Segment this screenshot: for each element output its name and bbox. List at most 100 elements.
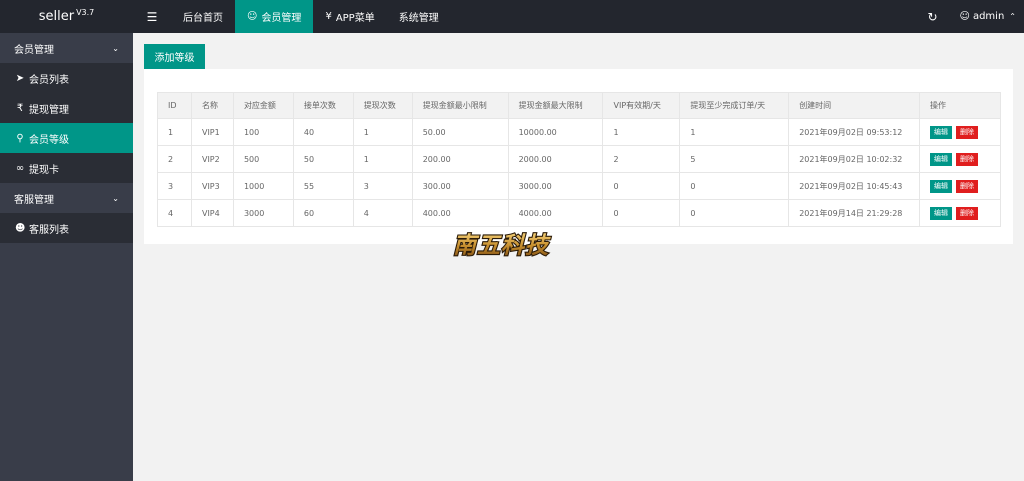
cell-amount: 100 (232, 118, 294, 146)
sidebar-item-member-list[interactable]: ➤ 会员列表 (0, 63, 133, 93)
nav-member-label: 会员管理 (261, 13, 302, 24)
username: admin (972, 11, 1005, 22)
cell-orders: 40 (292, 118, 354, 146)
svg-text:南五科技: 南五科技 (453, 232, 551, 259)
nav-app-menu[interactable]: ¥ APP菜单 (313, 0, 386, 33)
users-icon: ☻ (15, 222, 26, 234)
edit-button[interactable]: 编辑 (930, 152, 953, 166)
table-row: 2 VIP2 500 50 1 200.00 2000.00 2 5 2021年… (157, 145, 1001, 173)
sidebar-item-service-list[interactable]: ☻ 客服列表 (0, 213, 133, 243)
nav-home[interactable]: 后台首页 (171, 0, 235, 33)
table-row: 1 VIP1 100 40 1 50.00 10000.00 1 1 2021年… (157, 118, 1001, 146)
table-row: 3 VIP3 1000 55 3 300.00 3000.00 0 0 2021… (157, 172, 1001, 200)
sidebar-item-withdraw[interactable]: ₹ 提现管理 (0, 93, 133, 123)
cell-id: 3 (157, 172, 192, 200)
level-table: ID 名称 对应金额 接单次数 提现次数 提现金额最小限制 提现金额最大限制 V… (157, 92, 1001, 227)
cell-orders: 50 (292, 145, 354, 173)
cell-vip-days: 0 (602, 172, 681, 200)
delete-button[interactable]: 删除 (956, 152, 979, 166)
cell-orders: 60 (292, 199, 354, 227)
nav-home-label: 后台首页 (183, 13, 223, 24)
cell-withdraw-count: 3 (352, 172, 413, 200)
cell-name: VIP4 (190, 199, 234, 227)
refresh-icon[interactable]: ↻ (927, 10, 937, 24)
col-orders: 接单次数 (292, 92, 354, 119)
add-level-button[interactable]: 添加等级 (144, 44, 205, 69)
sidebar-item-label: 客服列表 (29, 224, 69, 236)
table-header-row: ID 名称 对应金额 接单次数 提现次数 提现金额最小限制 提现金额最大限制 V… (157, 92, 1001, 119)
chevron-up-icon: ⌃ (1009, 12, 1016, 21)
cell-withdraw-max: 2000.00 (507, 145, 604, 173)
cell-withdraw-min: 50.00 (411, 118, 509, 146)
chevron-down-icon: ⌄ (112, 43, 119, 53)
delete-button[interactable]: 删除 (956, 179, 979, 193)
cell-min-orders: 0 (679, 199, 790, 227)
nav-system[interactable]: 系统管理 (387, 0, 451, 33)
sidebar-item-label: 提现卡 (29, 164, 59, 176)
user-menu[interactable]: ☺ admin ⌃ (960, 11, 1016, 22)
cell-amount: 3000 (232, 199, 294, 227)
col-created: 创建时间 (788, 92, 921, 119)
cell-orders: 55 (292, 172, 354, 200)
cell-min-orders: 1 (679, 118, 790, 146)
col-withdraw-min: 提现金额最小限制 (411, 92, 509, 119)
top-header: seller V3.7 ☰ 后台首页 ☺ 会员管理 ¥ APP菜单 系统管理 ↻ ☺ … (0, 0, 1024, 33)
delete-button[interactable]: 删除 (956, 125, 979, 139)
cell-min-orders: 5 (679, 145, 790, 173)
link-icon: ∞ (15, 162, 25, 174)
cell-amount: 1000 (232, 172, 294, 200)
watermark-logo: 南五科技 (452, 231, 551, 260)
col-withdraw-count: 提现次数 (352, 92, 413, 119)
cell-created: 2021年09月02日 09:53:12 (788, 118, 921, 146)
cell-actions: 编辑 删除 (919, 172, 1001, 200)
table-row: 4 VIP4 3000 60 4 400.00 4000.00 0 0 2021… (157, 199, 1001, 227)
cell-withdraw-min: 200.00 (411, 145, 509, 173)
cell-withdraw-count: 1 (352, 118, 413, 146)
edit-button[interactable]: 编辑 (930, 125, 953, 139)
cell-id: 2 (157, 145, 192, 173)
col-name: 名称 (190, 92, 234, 119)
top-nav: ☰ 后台首页 ☺ 会员管理 ¥ APP菜单 系统管理 (133, 0, 451, 33)
col-min-orders: 提现至少完成订单/天 (679, 92, 790, 119)
app-logo[interactable]: seller V3.7 (0, 0, 133, 33)
content-panel: ID 名称 对应金额 接单次数 提现次数 提现金额最小限制 提现金额最大限制 V… (144, 69, 1013, 244)
sidebar-group-service[interactable]: 客服管理 ⌄ (0, 183, 133, 213)
sidebar-item-withdraw-card[interactable]: ∞ 提现卡 (0, 153, 133, 183)
cell-actions: 编辑 删除 (919, 199, 1001, 227)
sidebar-group-member[interactable]: 会员管理 ⌄ (0, 33, 133, 63)
cell-created: 2021年09月02日 10:02:32 (788, 145, 921, 173)
delete-button[interactable]: 删除 (956, 206, 979, 220)
nav-app-menu-label: APP菜单 (335, 13, 375, 24)
cell-withdraw-count: 1 (352, 145, 413, 173)
key-icon: ⚲ (16, 132, 24, 144)
edit-button[interactable]: 编辑 (930, 206, 953, 220)
sidebar-item-label: 提现管理 (29, 104, 69, 116)
nav-system-label: 系统管理 (398, 13, 439, 24)
cell-name: VIP3 (190, 172, 234, 200)
cell-actions: 编辑 删除 (919, 118, 1001, 146)
sidebar-item-label: 会员列表 (29, 74, 69, 86)
app-version: V3.7 (76, 8, 95, 17)
rocket-icon: ➤ (15, 72, 25, 84)
cell-amount: 500 (232, 145, 294, 173)
cell-withdraw-max: 3000.00 (507, 172, 604, 200)
chevron-down-icon: ⌄ (112, 193, 119, 203)
cell-id: 4 (157, 199, 192, 227)
cell-created: 2021年09月14日 21:29:28 (788, 199, 921, 227)
rupee-icon: ₹ (16, 102, 24, 114)
cell-withdraw-min: 300.00 (411, 172, 509, 200)
cell-actions: 编辑 删除 (919, 145, 1001, 173)
sidebar: 会员管理 ⌄ ➤ 会员列表 ₹ 提现管理 ⚲ 会员等级 ∞ 提现卡 客服管理 ⌄… (0, 33, 133, 481)
menu-toggle-icon[interactable]: ☰ (133, 0, 171, 33)
cell-created: 2021年09月02日 10:45:43 (788, 172, 921, 200)
cell-min-orders: 0 (679, 172, 790, 200)
col-id: ID (157, 92, 192, 119)
app-name: seller (38, 9, 75, 24)
sidebar-item-member-level[interactable]: ⚲ 会员等级 (0, 123, 133, 153)
cell-vip-days: 0 (602, 199, 681, 227)
nav-member[interactable]: ☺ 会员管理 (235, 0, 314, 33)
cell-vip-days: 1 (602, 118, 681, 146)
edit-button[interactable]: 编辑 (930, 179, 953, 193)
header-actions: ↻ ☺ admin ⌃ (927, 0, 1016, 33)
col-vip-days: VIP有效期/天 (602, 92, 681, 119)
